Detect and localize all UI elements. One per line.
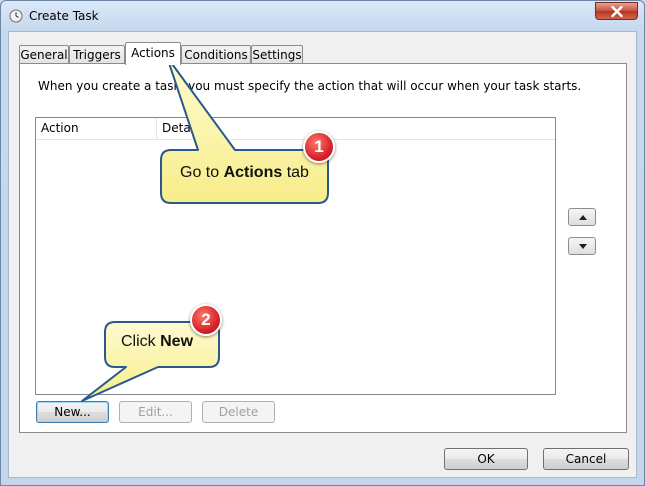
column-header-details[interactable]: Details — [157, 118, 555, 139]
triangle-down-icon — [579, 244, 587, 249]
step-1-badge: 1 — [303, 131, 335, 163]
callout-1-text: Go to Actions tab — [180, 164, 309, 181]
callout-2-text: Click New — [121, 333, 194, 350]
tab-general[interactable]: General — [19, 45, 69, 64]
move-down-button[interactable] — [568, 237, 596, 255]
edit-action-button[interactable]: Edit... — [119, 401, 192, 423]
actions-list[interactable]: Action Details — [35, 117, 556, 395]
tab-triggers[interactable]: Triggers — [69, 45, 125, 64]
tab-settings[interactable]: Settings — [251, 45, 303, 64]
close-button[interactable] — [595, 2, 638, 20]
column-header-action[interactable]: Action — [36, 118, 156, 139]
create-task-window: Create Task General Triggers Actions Con… — [0, 0, 645, 486]
title-bar[interactable]: Create Task — [1, 1, 644, 31]
step-2-badge: 2 — [190, 304, 222, 336]
new-action-button[interactable]: New... — [36, 401, 109, 423]
move-up-button[interactable] — [568, 208, 596, 226]
dialog-client-area: General Triggers Actions Conditions Sett… — [8, 31, 637, 478]
window-title: Create Task — [29, 9, 99, 23]
actions-tab-panel: When you create a task, you must specify… — [19, 63, 627, 433]
close-icon — [611, 6, 623, 17]
ok-button[interactable]: OK — [444, 448, 528, 470]
delete-action-button[interactable]: Delete — [202, 401, 275, 423]
actions-intro-text: When you create a task, you must specify… — [38, 79, 582, 93]
tab-conditions[interactable]: Conditions — [181, 45, 251, 64]
clock-icon — [9, 9, 23, 23]
tab-actions[interactable]: Actions — [125, 42, 181, 65]
actions-list-header: Action Details — [36, 118, 555, 140]
cancel-button[interactable]: Cancel — [543, 448, 629, 470]
triangle-up-icon — [579, 215, 587, 220]
